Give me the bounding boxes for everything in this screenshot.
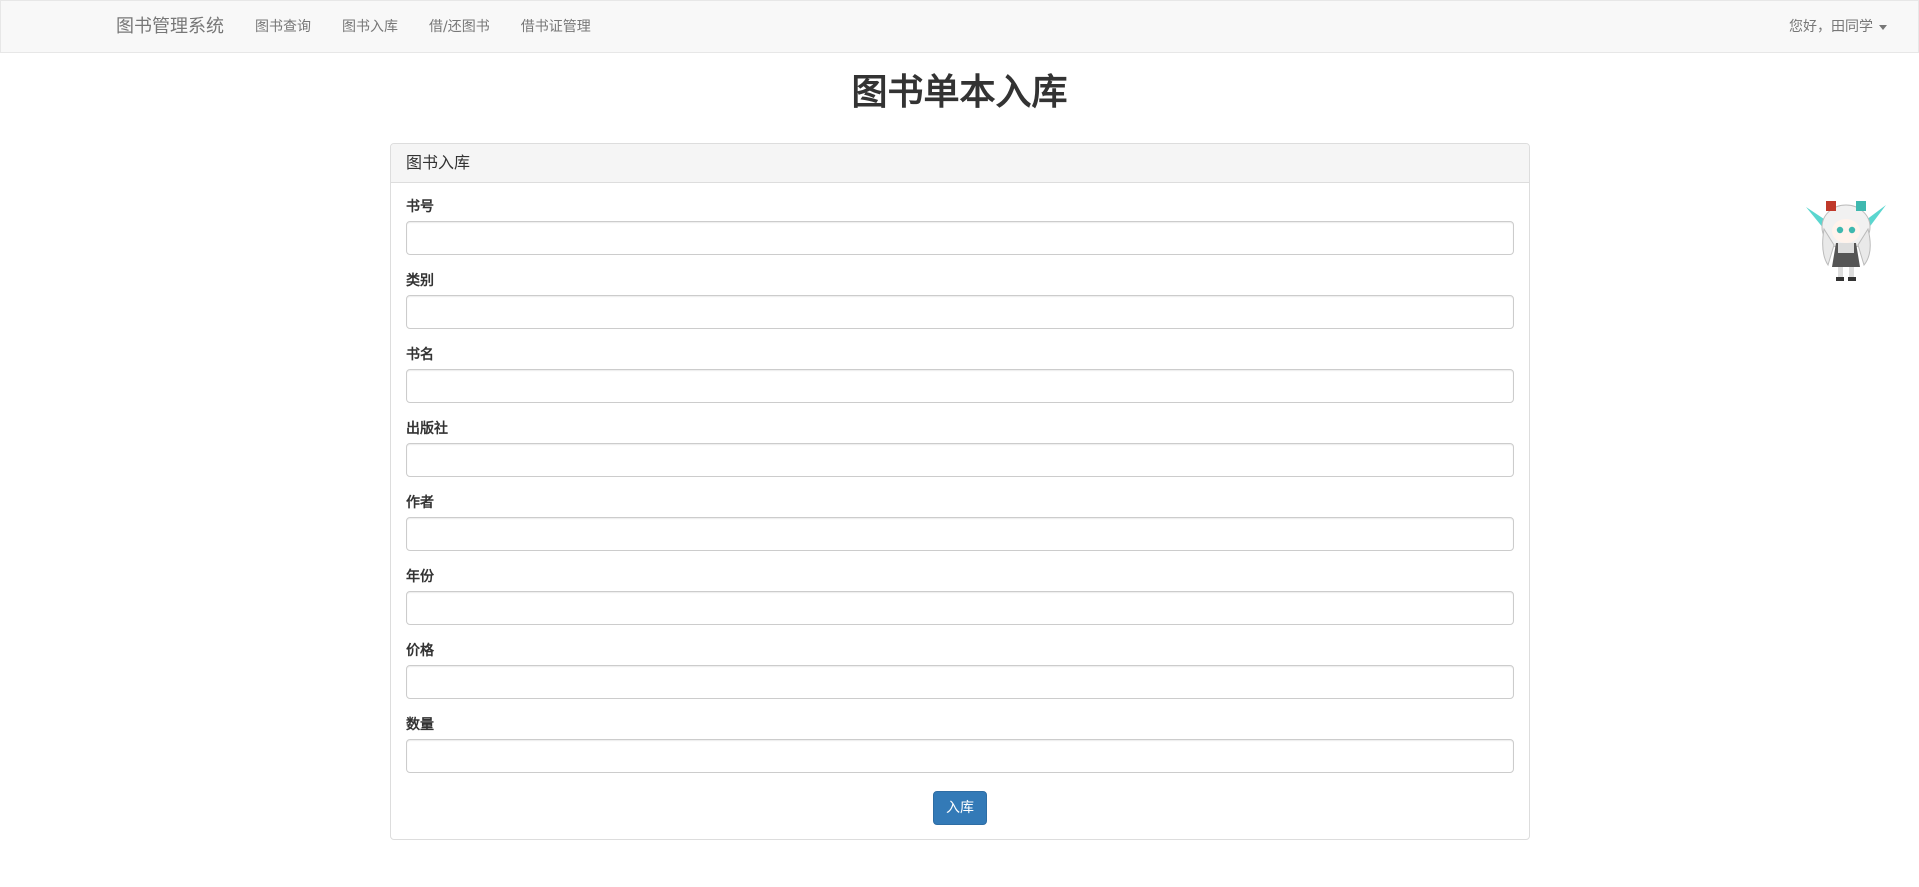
form-group-quantity: 数量: [406, 716, 1514, 790]
form-group-publisher: 出版社: [406, 420, 1514, 494]
publisher-label: 出版社: [406, 421, 448, 437]
author-input[interactable]: [406, 517, 1514, 551]
mascot-widget[interactable]: [1800, 193, 1892, 285]
form-group-year: 年份: [406, 568, 1514, 642]
book-title-input[interactable]: [406, 369, 1514, 403]
page-title: 图书单本入库: [851, 72, 1068, 113]
quantity-input[interactable]: [406, 739, 1514, 773]
publisher-input[interactable]: [406, 443, 1514, 477]
price-label: 价格: [406, 643, 434, 659]
year-input[interactable]: [406, 591, 1514, 625]
price-input[interactable]: [406, 665, 1514, 699]
user-menu-dropdown[interactable]: 您好，田同学: [1789, 18, 1887, 36]
brand-link[interactable]: 图书管理系统: [116, 15, 224, 39]
category-label: 类别: [406, 273, 434, 289]
nav-link-card-management[interactable]: 借书证管理: [521, 18, 591, 36]
submit-row: 入库: [406, 791, 1514, 825]
mascot-icon: [1806, 201, 1886, 281]
form-group-book-id: 书号: [406, 198, 1514, 272]
author-label: 作者: [406, 495, 434, 511]
form-group-category: 类别: [406, 272, 1514, 346]
caret-down-icon: [1879, 24, 1887, 30]
category-input[interactable]: [406, 295, 1514, 329]
book-add-panel: 图书入库 书号 类别 书名 出版社 作者 年份 价格 数量 入库: [390, 143, 1530, 840]
book-add-form: 书号 类别 书名 出版社 作者 年份 价格 数量 入库: [391, 183, 1529, 825]
form-group-author: 作者: [406, 494, 1514, 568]
form-group-price: 价格: [406, 642, 1514, 716]
nav-link-borrow-return[interactable]: 借/还图书: [429, 18, 490, 36]
nav-link-book-search[interactable]: 图书查询: [255, 18, 311, 36]
year-label: 年份: [406, 569, 434, 585]
nav-link-book-add[interactable]: 图书入库: [342, 18, 398, 36]
book-id-input[interactable]: [406, 221, 1514, 255]
book-title-label: 书名: [406, 347, 434, 363]
nav-links: 图书查询 图书入库 借/还图书 借书证管理: [255, 18, 622, 36]
quantity-label: 数量: [406, 717, 434, 733]
top-navbar: 图书管理系统 图书查询 图书入库 借/还图书 借书证管理 您好，田同学: [0, 0, 1919, 53]
book-id-label: 书号: [406, 199, 434, 215]
panel-heading: 图书入库: [391, 144, 1529, 183]
submit-add-button[interactable]: 入库: [933, 791, 987, 825]
form-group-title: 书名: [406, 346, 1514, 420]
user-greeting: 您好，田同学: [1789, 19, 1873, 35]
